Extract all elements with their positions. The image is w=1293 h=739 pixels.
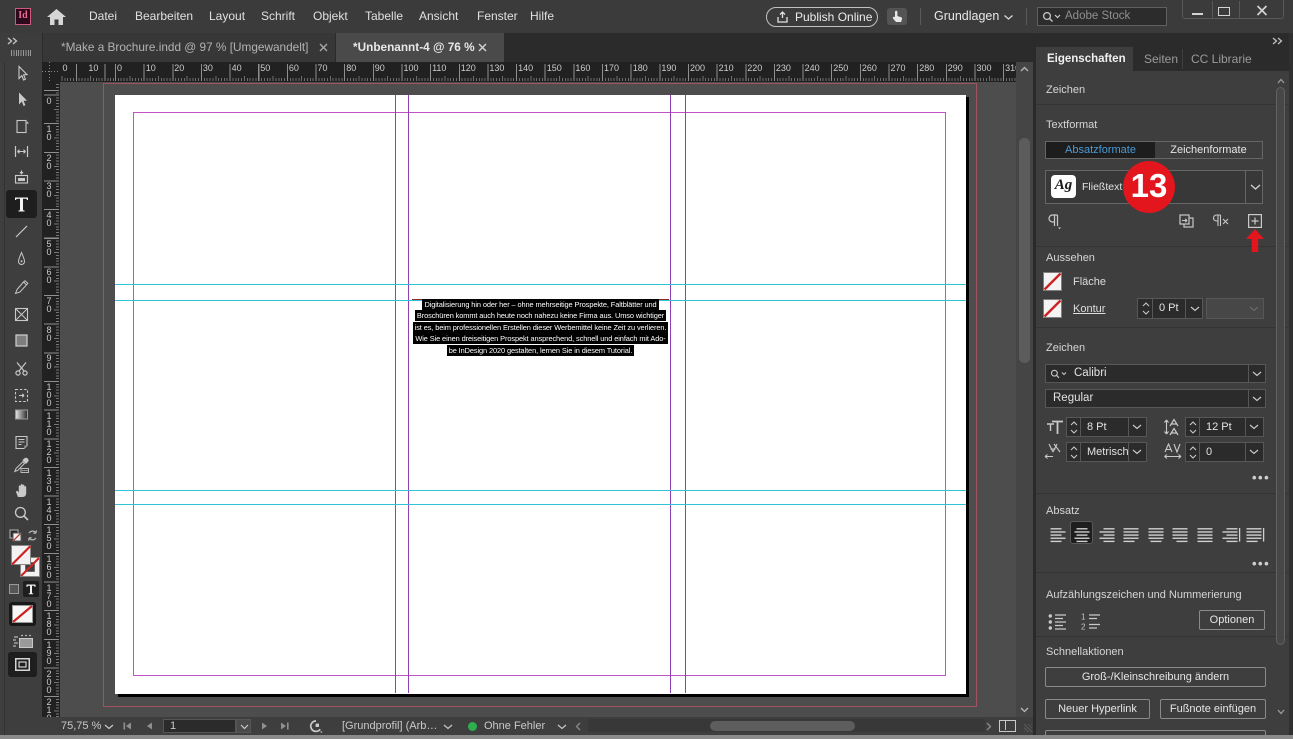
svg-text:2: 2 <box>1081 623 1086 631</box>
svg-text:1: 1 <box>1081 613 1086 622</box>
